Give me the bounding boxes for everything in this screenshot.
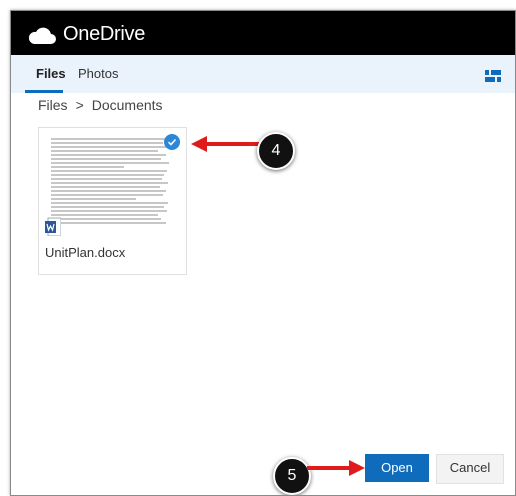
open-button[interactable]: Open bbox=[365, 454, 429, 482]
breadcrumb-current: Documents bbox=[91, 97, 163, 113]
breadcrumb-root[interactable]: Files bbox=[38, 97, 68, 113]
checkmark-icon[interactable] bbox=[164, 134, 180, 150]
breadcrumb-separator: > bbox=[75, 97, 84, 113]
tab-files[interactable]: Files bbox=[36, 66, 66, 81]
step-5-callout: 5 bbox=[273, 457, 311, 495]
document-preview bbox=[51, 138, 173, 226]
brand-name: OneDrive bbox=[63, 23, 146, 45]
annotation-arrow-4 bbox=[191, 136, 259, 152]
cloud-icon bbox=[28, 27, 56, 44]
cancel-button[interactable]: Cancel bbox=[436, 454, 504, 484]
header-bar: OneDrive bbox=[11, 11, 515, 55]
annotation-arrow-5 bbox=[307, 460, 365, 476]
tab-photos[interactable]: Photos bbox=[78, 66, 118, 81]
word-icon bbox=[45, 217, 61, 236]
view-toggle-icon[interactable] bbox=[485, 70, 501, 82]
onedrive-picker-dialog: OneDrive Files Photos Files > Documents bbox=[10, 10, 516, 496]
file-tile[interactable]: UnitPlan.docx bbox=[38, 127, 187, 275]
breadcrumb: Files > Documents bbox=[38, 97, 163, 113]
onedrive-logo: OneDrive bbox=[25, 23, 145, 46]
selected-tab-indicator bbox=[25, 90, 63, 93]
file-name: UnitPlan.docx bbox=[45, 245, 126, 260]
step-4-callout: 4 bbox=[257, 132, 295, 170]
tab-bar: Files Photos bbox=[11, 55, 515, 93]
